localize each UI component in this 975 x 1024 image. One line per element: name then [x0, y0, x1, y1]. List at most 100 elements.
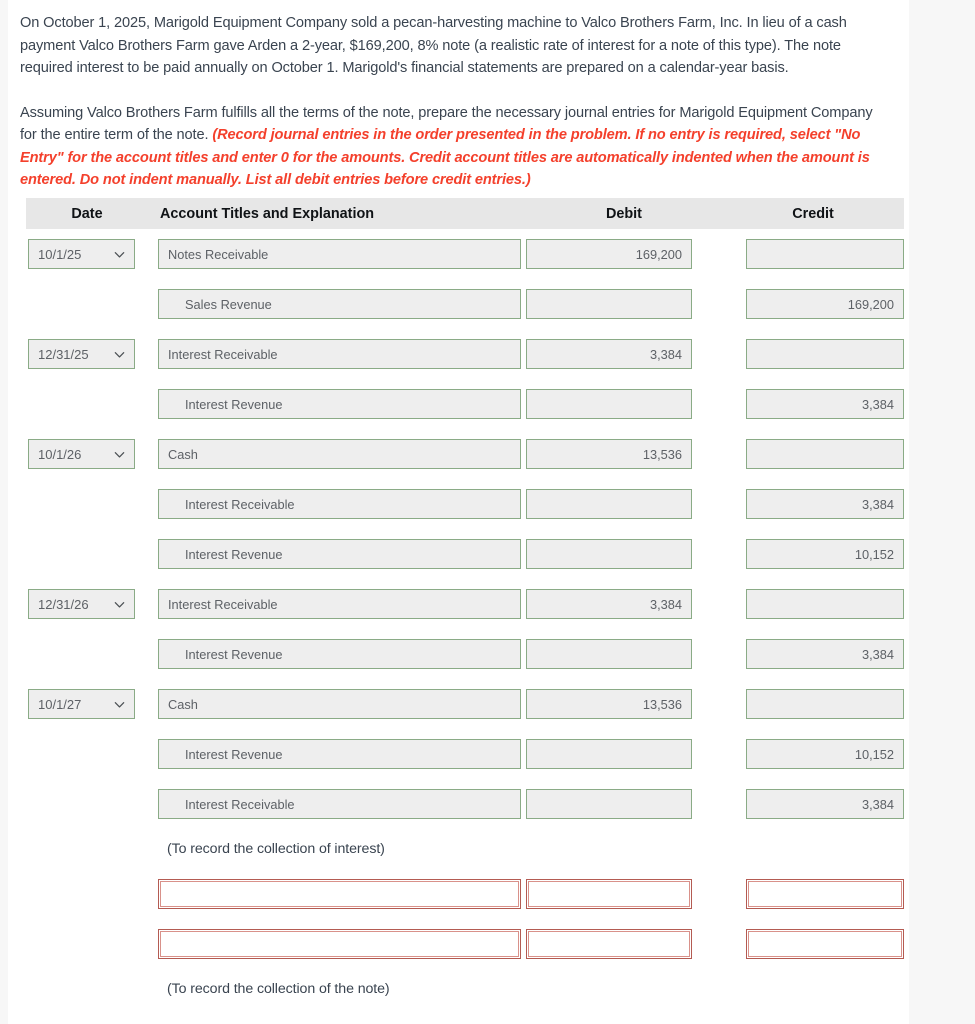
account-cell: Interest Receivable [148, 339, 526, 369]
account-title-input[interactable]: Interest Receivable [158, 489, 521, 519]
page-root: On October 1, 2025, Marigold Equipment C… [0, 0, 975, 1024]
debit-amount-input[interactable] [526, 739, 692, 769]
chevron-down-icon [113, 348, 126, 361]
date-select-10-1-26[interactable]: 10/1/26 [28, 439, 135, 469]
account-cell: Sales Revenue [148, 289, 526, 319]
account-cell [148, 929, 526, 959]
credit-amount-input[interactable] [746, 879, 904, 909]
journal-entry-table: Date Account Titles and Explanation Debi… [26, 198, 904, 1009]
problem-paragraph-1: On October 1, 2025, Marigold Equipment C… [20, 15, 847, 76]
journal-row: Interest Receivable 3,384 [26, 779, 904, 829]
caption-row-interest: (To record the collection of interest) [26, 829, 904, 869]
debit-amount-input[interactable] [526, 289, 692, 319]
account-title-input[interactable]: Interest Revenue [158, 539, 521, 569]
debit-amount-input[interactable] [526, 789, 692, 819]
problem-statement: On October 1, 2025, Marigold Equipment C… [8, 0, 909, 192]
credit-cell [722, 239, 904, 269]
debit-cell [526, 929, 722, 959]
date-select-value: 10/1/25 [38, 246, 82, 262]
account-cell: Interest Revenue [148, 739, 526, 769]
credit-cell: 10,152 [722, 739, 904, 769]
credit-amount-input[interactable]: 10,152 [746, 539, 904, 569]
credit-amount-input[interactable]: 3,384 [746, 489, 904, 519]
date-select-value: 12/31/25 [38, 346, 89, 362]
account-cell: Cash [148, 439, 526, 469]
debit-amount-input[interactable] [526, 389, 692, 419]
account-title-input[interactable]: Interest Revenue [158, 639, 521, 669]
debit-amount-input[interactable] [526, 879, 692, 909]
journal-row [26, 869, 904, 919]
account-cell: Interest Receivable [148, 789, 526, 819]
credit-amount-input[interactable] [746, 339, 904, 369]
credit-cell: 3,384 [722, 789, 904, 819]
credit-cell: 3,384 [722, 389, 904, 419]
credit-amount-input[interactable] [746, 589, 904, 619]
credit-cell: 10,152 [722, 539, 904, 569]
credit-cell: 3,384 [722, 489, 904, 519]
account-title-input[interactable]: Sales Revenue [158, 289, 521, 319]
debit-amount-input[interactable]: 169,200 [526, 239, 692, 269]
debit-amount-input[interactable] [526, 639, 692, 669]
credit-cell [722, 929, 904, 959]
debit-cell [526, 289, 722, 319]
debit-cell: 169,200 [526, 239, 722, 269]
account-cell: Interest Receivable [148, 589, 526, 619]
journal-row: Interest Revenue 3,384 [26, 629, 904, 679]
date-select-10-1-25[interactable]: 10/1/25 [28, 239, 135, 269]
account-title-input[interactable]: Interest Revenue [158, 739, 521, 769]
credit-amount-input[interactable]: 3,384 [746, 389, 904, 419]
account-title-input[interactable]: Cash [158, 689, 521, 719]
account-cell: Notes Receivable [148, 239, 526, 269]
credit-cell: 3,384 [722, 639, 904, 669]
debit-cell: 13,536 [526, 689, 722, 719]
journal-row: Interest Revenue 3,384 [26, 379, 904, 429]
account-title-input[interactable]: Interest Receivable [158, 339, 521, 369]
date-select-value: 10/1/27 [38, 696, 82, 712]
account-title-input[interactable]: Notes Receivable [158, 239, 521, 269]
debit-amount-input[interactable]: 3,384 [526, 589, 692, 619]
account-title-input[interactable]: Interest Receivable [158, 589, 521, 619]
credit-amount-input[interactable] [746, 929, 904, 959]
credit-amount-input[interactable]: 10,152 [746, 739, 904, 769]
account-title-input[interactable]: Cash [158, 439, 521, 469]
credit-cell [722, 879, 904, 909]
credit-cell [722, 689, 904, 719]
debit-amount-input[interactable]: 3,384 [526, 339, 692, 369]
debit-cell: 13,536 [526, 439, 722, 469]
debit-amount-input[interactable] [526, 539, 692, 569]
credit-cell [722, 339, 904, 369]
date-cell: 12/31/25 [26, 339, 148, 369]
journal-row: 10/1/26 Cash 13,536 [26, 429, 904, 479]
account-title-input[interactable] [158, 879, 521, 909]
debit-amount-input[interactable] [526, 489, 692, 519]
debit-amount-input[interactable]: 13,536 [526, 689, 692, 719]
account-title-input[interactable] [158, 929, 521, 959]
credit-amount-input[interactable]: 169,200 [746, 289, 904, 319]
debit-amount-input[interactable]: 13,536 [526, 439, 692, 469]
credit-amount-input[interactable] [746, 239, 904, 269]
credit-cell: 169,200 [722, 289, 904, 319]
journal-row [26, 919, 904, 969]
account-cell: Interest Revenue [148, 539, 526, 569]
credit-amount-input[interactable] [746, 689, 904, 719]
account-title-input[interactable]: Interest Revenue [158, 389, 521, 419]
debit-cell: 3,384 [526, 339, 722, 369]
credit-amount-input[interactable]: 3,384 [746, 639, 904, 669]
credit-amount-input[interactable] [746, 439, 904, 469]
date-select-value: 12/31/26 [38, 596, 89, 612]
entry-caption-note: (To record the collection of the note) [167, 981, 390, 997]
account-cell [148, 879, 526, 909]
debit-cell [526, 639, 722, 669]
date-select-10-1-27[interactable]: 10/1/27 [28, 689, 135, 719]
chevron-down-icon [113, 698, 126, 711]
date-cell: 10/1/27 [26, 689, 148, 719]
date-select-12-31-25[interactable]: 12/31/25 [28, 339, 135, 369]
journal-rows-body: 10/1/25 Notes Receivable 169,200 Sales Reve… [26, 229, 904, 829]
journal-row: 12/31/25 Interest Receivable 3,384 [26, 329, 904, 379]
debit-amount-input[interactable] [526, 929, 692, 959]
journal-row: 10/1/27 Cash 13,536 [26, 679, 904, 729]
debit-cell [526, 739, 722, 769]
credit-amount-input[interactable]: 3,384 [746, 789, 904, 819]
date-select-12-31-26[interactable]: 12/31/26 [28, 589, 135, 619]
account-title-input[interactable]: Interest Receivable [158, 789, 521, 819]
